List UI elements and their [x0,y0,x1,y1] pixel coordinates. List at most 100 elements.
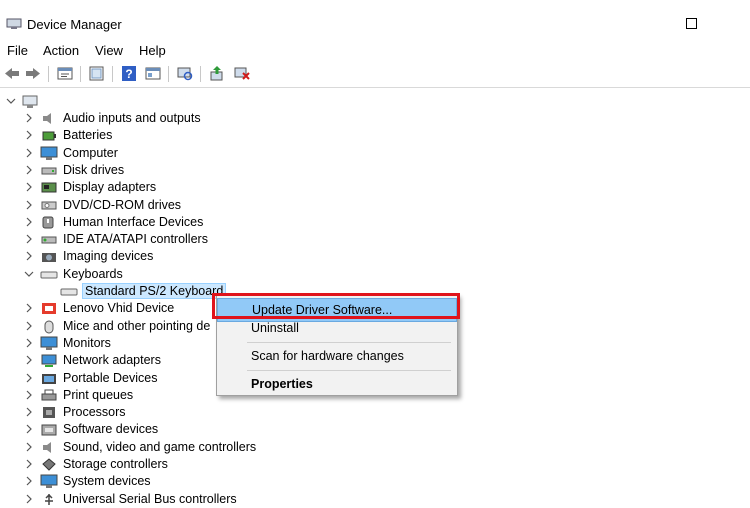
chevron-right-icon[interactable] [24,148,34,158]
help-icon[interactable]: ? [120,65,138,82]
usb-icon [45,493,53,505]
tree-item-label: DVD/CD-ROM drives [63,197,182,212]
tree-category-row[interactable]: IDE ATA/ATAPI controllers [0,231,300,248]
menu-file[interactable]: File [7,43,28,58]
update-driver-icon[interactable] [208,65,226,82]
tree-item-label: Mice and other pointing de [63,318,211,333]
chevron-right-icon[interactable] [24,390,34,400]
tree-category-row[interactable]: Display adapters [0,179,300,196]
chevron-right-icon[interactable] [24,113,34,123]
chevron-down-icon[interactable] [24,269,34,279]
tree-item-label: Audio inputs and outputs [63,111,201,125]
chevron-right-icon[interactable] [24,303,34,313]
chevron-right-icon[interactable] [24,234,34,244]
chevron-right-icon[interactable] [24,494,34,504]
tree-category-row[interactable]: System devices [0,473,300,490]
monitor-icon [40,474,58,489]
tree-item-label: Network adapters [63,353,161,368]
menu-item-properties[interactable]: Properties [217,373,457,395]
tree-category-row[interactable]: Disk drives [0,162,300,179]
title-bar: Device Manager [0,0,750,38]
properties-icon[interactable] [56,65,74,82]
toolbar: ? [0,63,750,85]
tree-category-row[interactable]: Human Interface Devices [0,214,300,231]
tree-item-label: Monitors [63,335,111,350]
toolbar-separator [48,66,49,82]
chevron-right-icon[interactable] [24,407,34,417]
menu-action[interactable]: Action [43,43,79,58]
mouse-icon [44,320,54,334]
portable-icon [42,373,56,384]
chevron-right-icon[interactable] [24,338,34,348]
storage-icon [42,458,56,471]
chevron-right-icon[interactable] [24,182,34,192]
tree-category-row[interactable]: Imaging devices [0,248,300,265]
tree-item-label: Imaging devices [63,249,154,264]
chevron-down-icon[interactable] [6,96,16,106]
toolbar-separator [112,66,113,82]
chevron-right-icon[interactable] [24,217,34,227]
uninstall-icon[interactable] [233,65,251,82]
tree-category-row[interactable]: Storage controllers [0,456,300,473]
menu-item-scan[interactable]: Scan for hardware changes [217,345,457,367]
menu-separator [247,370,451,371]
window-title: Device Manager [27,17,122,32]
back-icon[interactable] [3,65,21,82]
chevron-right-icon[interactable] [24,476,34,486]
maximize-button[interactable] [686,18,697,29]
chevron-right-icon[interactable] [24,459,34,469]
tree-root[interactable] [0,93,300,110]
chevron-right-icon[interactable] [24,442,34,452]
chevron-right-icon[interactable] [24,355,34,365]
show-hidden-icon[interactable] [88,65,106,82]
chevron-right-icon[interactable] [24,251,34,261]
toolbar-separator [200,66,201,82]
tree-category-row[interactable]: Computer [0,145,300,162]
tree-category-row[interactable]: Batteries [0,127,300,144]
menu-help[interactable]: Help [139,43,166,58]
chevron-right-icon[interactable] [24,373,34,383]
scan-icon[interactable] [176,65,194,82]
chevron-right-icon[interactable] [24,321,34,331]
tree-category-row[interactable]: DVD/CD-ROM drives [0,197,300,214]
menu-bar: File Action View Help [0,41,750,61]
tree-category-row[interactable]: Universal Serial Bus controllers [0,491,300,508]
processor-icon [43,407,55,419]
speaker-icon [43,441,51,453]
chevron-right-icon[interactable] [24,424,34,434]
tree-item-label: Universal Serial Bus controllers [63,491,237,506]
chevron-right-icon[interactable] [24,200,34,210]
camera-icon [42,253,56,263]
tree-item-label: Keyboards [63,266,123,281]
keyboard-icon [40,271,58,279]
disk-icon [41,167,57,175]
menu-separator [247,342,451,343]
toolbar-divider [0,87,750,88]
tree-category-row[interactable]: Audio inputs and outputs [0,110,300,127]
printer-icon [41,389,57,401]
tree-item-label: Lenovo Vhid Device [63,301,175,316]
tree-category-row[interactable]: Processors [0,404,300,421]
tree-category-row[interactable]: Keyboards [0,266,300,283]
tree-item-label: Software devices [63,422,159,437]
monitor-icon [40,336,58,350]
device-manager-icon [6,18,22,29]
menu-view[interactable]: View [95,43,123,58]
chevron-right-icon[interactable] [24,165,34,175]
tree-item-label: Print queues [63,387,134,402]
battery-icon [42,131,56,141]
tree-category-row[interactable]: Software devices [0,421,300,438]
tree-item-label: Display adapters [63,180,157,195]
grid-icon[interactable] [144,65,162,82]
display-adapter-icon [41,182,57,193]
tree-item-label: Processors [63,405,126,420]
forward-icon[interactable] [24,65,42,82]
computer-root-icon [22,95,38,108]
tree-item-label: IDE ATA/ATAPI controllers [63,232,208,247]
menu-item-label: Properties [251,377,313,391]
tree-item-label: Computer [63,145,118,160]
chevron-right-icon[interactable] [24,130,34,140]
tree-category-row[interactable]: Sound, video and game controllers [0,439,300,456]
menu-item-uninstall[interactable]: Uninstall [217,317,457,339]
toolbar-separator [168,66,169,82]
